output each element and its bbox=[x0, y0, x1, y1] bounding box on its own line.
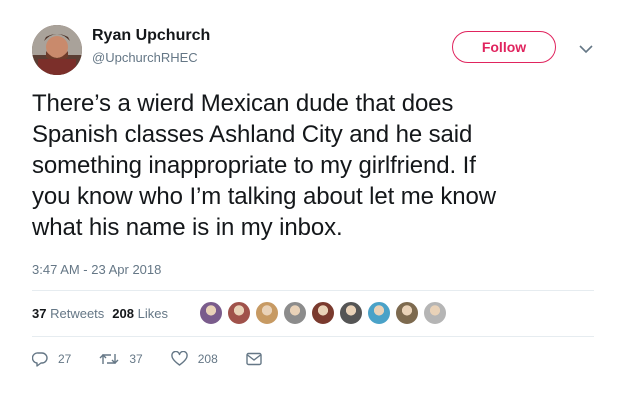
display-name[interactable]: Ryan Upchurch bbox=[92, 27, 210, 45]
reply-count: 27 bbox=[58, 352, 72, 366]
liker-avatar[interactable] bbox=[282, 300, 308, 326]
likes-label: Likes bbox=[137, 305, 168, 321]
likes-count: 208 bbox=[112, 305, 134, 321]
liker-avatar[interactable] bbox=[422, 300, 448, 326]
tweet-card: Ryan Upchurch @UpchurchRHEC Follow There… bbox=[0, 0, 626, 404]
tweet-stats: 37 Retweets 208 Likes bbox=[32, 298, 176, 328]
envelope-icon bbox=[246, 352, 262, 366]
tweet-timestamp[interactable]: 3:47 AM - 23 Apr 2018 bbox=[32, 262, 161, 277]
chevron-down-icon[interactable] bbox=[575, 38, 597, 60]
retweets-stat[interactable]: 37 Retweets bbox=[32, 306, 104, 321]
retweet-count: 37 bbox=[129, 352, 143, 366]
user-avatar[interactable] bbox=[32, 25, 82, 75]
retweet-button[interactable]: 37 bbox=[99, 351, 143, 367]
heart-icon bbox=[171, 351, 188, 366]
like-button[interactable]: 208 bbox=[171, 351, 218, 367]
tweet-text-line: Spanish classes Ashland City and he said bbox=[32, 121, 473, 148]
likes-stat[interactable]: 208 Likes bbox=[112, 306, 168, 321]
divider bbox=[32, 336, 594, 337]
liker-avatar[interactable] bbox=[394, 300, 420, 326]
liker-avatar[interactable] bbox=[226, 300, 252, 326]
tweet-text-line: something inappropriate to my girlfriend… bbox=[32, 152, 476, 179]
tweet-text-line: what his name is in my inbox. bbox=[32, 214, 343, 241]
liker-avatar[interactable] bbox=[198, 300, 224, 326]
tweet-text-line: you know who I’m talking about let me kn… bbox=[32, 183, 497, 210]
retweet-icon bbox=[99, 354, 119, 364]
tweet-actions: 27 37 208 bbox=[32, 347, 300, 371]
retweets-count: 37 bbox=[32, 305, 47, 321]
liker-avatar[interactable] bbox=[254, 300, 280, 326]
divider bbox=[32, 290, 594, 291]
liker-avatar[interactable] bbox=[366, 300, 392, 326]
tweet-text: There’s a wierd Mexican dude that does S… bbox=[32, 88, 602, 243]
direct-message-button[interactable] bbox=[246, 352, 272, 366]
liker-avatar[interactable] bbox=[338, 300, 364, 326]
tweet-text-line: There’s a wierd Mexican dude that does bbox=[32, 90, 454, 117]
follow-button[interactable]: Follow bbox=[452, 31, 556, 63]
user-handle[interactable]: @UpchurchRHEC bbox=[92, 50, 198, 65]
like-count: 208 bbox=[197, 352, 218, 366]
reply-button[interactable]: 27 bbox=[32, 351, 71, 367]
liker-avatar[interactable] bbox=[310, 300, 336, 326]
retweets-label: Retweets bbox=[50, 305, 105, 321]
reply-icon bbox=[32, 352, 48, 367]
